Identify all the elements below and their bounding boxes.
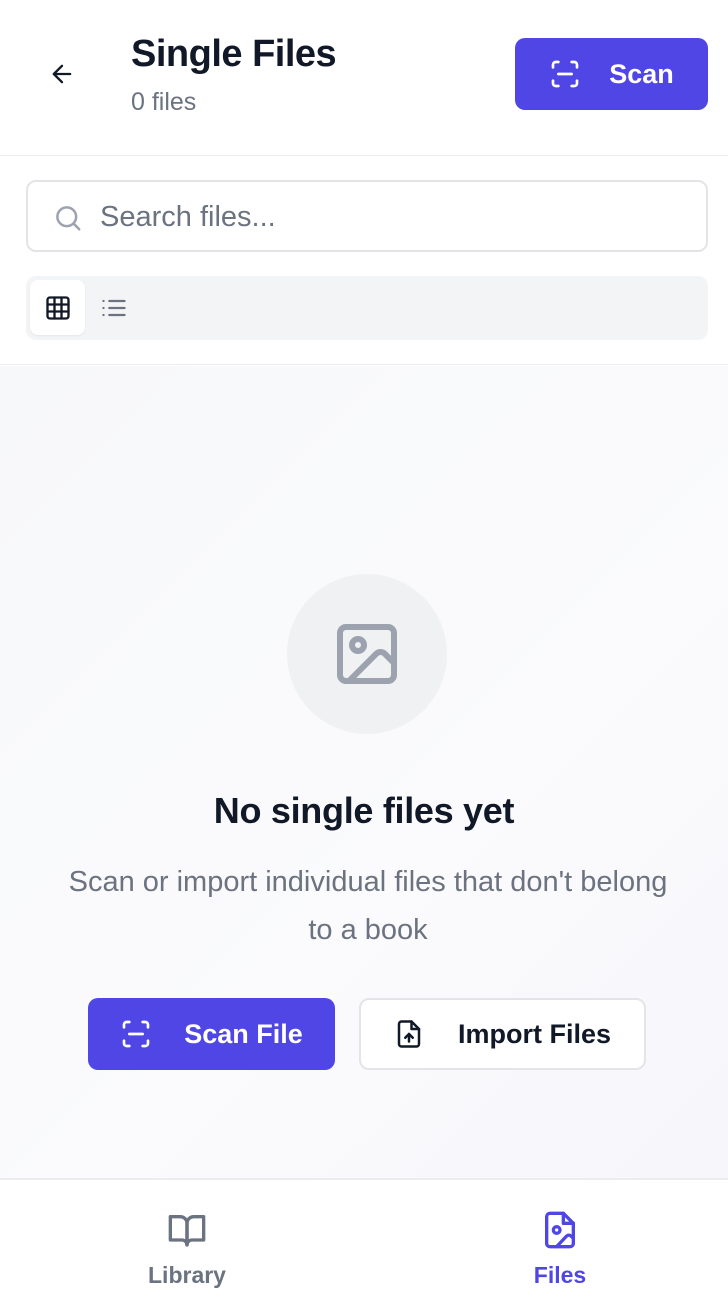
search-input[interactable] [100,194,690,240]
scan-button[interactable]: Scan [515,38,708,110]
empty-state-title: No single files yet [213,790,515,831]
scan-file-button[interactable]: Scan File [88,998,335,1070]
empty-state: No single files yet Scan or import indiv… [0,366,728,1178]
list-icon [101,299,126,316]
page-title: Single Files [131,33,337,75]
scan-file-label: Scan File [184,1018,303,1049]
import-files-label: Import Files [457,1018,612,1049]
scan-button-label: Scan [609,58,674,89]
back-button[interactable] [36,50,88,98]
nav-item-files[interactable]: Files [470,1210,650,1294]
file-upload-icon [394,1019,424,1049]
grid-icon [45,295,70,320]
scan-icon [120,1018,152,1050]
scan-icon [549,58,581,90]
book-open-icon [168,1215,206,1247]
empty-state-description: Scan or import individual files that don… [68,866,668,946]
bottom-navigation: Library Files [0,1178,728,1304]
view-mode-toggle [26,276,708,340]
file-image-icon [545,1211,575,1249]
top-header: Single Files 0 files Scan [0,0,728,156]
search-box [26,180,708,252]
nav-label-library: Library [148,1262,226,1288]
list-view-button[interactable] [86,280,141,335]
grid-view-button[interactable] [30,280,85,335]
nav-label-files: Files [533,1262,587,1288]
empty-state-icon-container [287,574,447,734]
nav-item-library[interactable]: Library [97,1210,277,1294]
image-icon [337,624,397,684]
import-files-button[interactable]: Import Files [359,998,646,1070]
file-count: 0 files [131,88,197,116]
arrow-left-icon [52,64,72,84]
toolbar [0,157,728,365]
search-icon [53,203,83,233]
